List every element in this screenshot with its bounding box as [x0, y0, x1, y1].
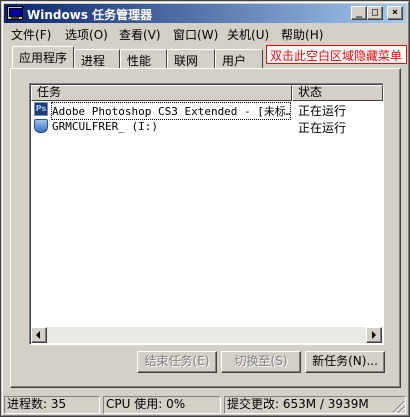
switch-to-accel: (S) — [270, 354, 288, 368]
removable-drive-icon — [34, 119, 48, 133]
photoshop-icon: Ps — [34, 102, 48, 116]
menu-bar: 文件(F) 选项(O) 查看(V) 窗口(W) 关机(U) 帮助(H) — [5, 24, 405, 43]
menu-help-label: 帮助 — [281, 28, 306, 42]
commit-charge: 提交更改: 653M / 3939M — [224, 396, 406, 414]
scroll-right-button[interactable] — [366, 327, 382, 343]
cpu-usage: CPU 使用: 0% — [103, 396, 221, 414]
menu-file-accel: (F) — [35, 28, 52, 42]
column-header-task[interactable]: 任务 — [31, 85, 292, 101]
menu-options-accel: (O) — [89, 28, 108, 42]
menu-options[interactable]: 选项(O) — [65, 26, 108, 43]
column-header-status[interactable]: 状态 — [292, 85, 383, 101]
status-bar: 进程数: 35 CPU 使用: 0% 提交更改: 653M / 3939M — [4, 396, 406, 414]
minimize-button[interactable]: _ — [351, 6, 367, 20]
menu-help-accel: (H) — [305, 28, 324, 42]
maximize-button[interactable]: □ — [367, 6, 383, 20]
menu-window-label: 窗口 — [173, 28, 198, 42]
title-bar[interactable]: Windows 任务管理器 _ □ × — [4, 4, 406, 23]
end-task-accel: (E) — [192, 354, 210, 368]
menu-view-accel: (V) — [143, 28, 161, 42]
menu-shutdown-label: 关机 — [227, 28, 252, 42]
task-row[interactable]: Ps Adobe Photoshop CS3 Extended - [未标… 正… — [32, 101, 383, 120]
menu-window-accel: (W) — [197, 28, 219, 42]
close-button[interactable]: × — [387, 6, 403, 20]
menu-view-label: 查看 — [119, 28, 144, 42]
menu-file[interactable]: 文件(F) — [11, 26, 51, 43]
menu-window[interactable]: 窗口(W) — [173, 26, 218, 43]
tab-users[interactable]: 用户 — [215, 49, 263, 68]
menu-shutdown-accel: (U) — [251, 28, 270, 42]
task-manager-icon — [7, 6, 23, 20]
end-task-button[interactable]: 结束任务(E) — [137, 351, 217, 373]
menu-file-label: 文件 — [11, 28, 36, 42]
process-count: 进程数: 35 — [4, 396, 100, 414]
task-row[interactable]: GRMCULFRER_ (I:) 正在运行 — [32, 118, 383, 135]
task-status: 正在运行 — [298, 104, 347, 118]
horizontal-scrollbar[interactable] — [31, 327, 382, 343]
task-status: 正在运行 — [298, 121, 347, 135]
resize-grip-icon[interactable] — [393, 401, 405, 413]
hide-menu-hint: 双击此空白区域隐藏菜单 — [266, 45, 407, 64]
task-name: GRMCULFRER_ (I:) — [52, 120, 158, 133]
arrow-right-icon — [372, 331, 376, 339]
tab-performance[interactable]: 性能 — [120, 49, 167, 68]
new-task-button[interactable]: 新任务(N)... — [305, 351, 385, 373]
switch-to-label: 切换至 — [234, 354, 271, 368]
tab-networking[interactable]: 联网 — [167, 49, 215, 68]
scroll-left-button[interactable] — [31, 327, 47, 343]
task-manager-window: Windows 任务管理器 _ □ × 文件(F) 选项(O) 查看(V) 窗口… — [0, 0, 410, 417]
tab-applications[interactable]: 应用程序 — [12, 46, 74, 68]
menu-shutdown[interactable]: 关机(U) — [227, 26, 269, 43]
task-name: Adobe Photoshop CS3 Extended - [未标… — [51, 102, 291, 120]
menu-help[interactable]: 帮助(H) — [281, 26, 323, 43]
new-task-accel: (N)... — [348, 354, 378, 368]
menu-options-label: 选项 — [65, 28, 90, 42]
end-task-label: 结束任务 — [144, 354, 193, 368]
window-title: Windows 任务管理器 — [27, 8, 153, 22]
arrow-left-icon — [36, 331, 40, 339]
new-task-label: 新任务 — [312, 354, 349, 368]
task-list[interactable]: 任务 状态 Ps Adobe Photoshop CS3 Extended - … — [29, 83, 384, 345]
switch-to-button[interactable]: 切换至(S) — [221, 351, 301, 373]
menu-view[interactable]: 查看(V) — [119, 26, 161, 43]
tab-processes[interactable]: 进程 — [74, 49, 120, 68]
